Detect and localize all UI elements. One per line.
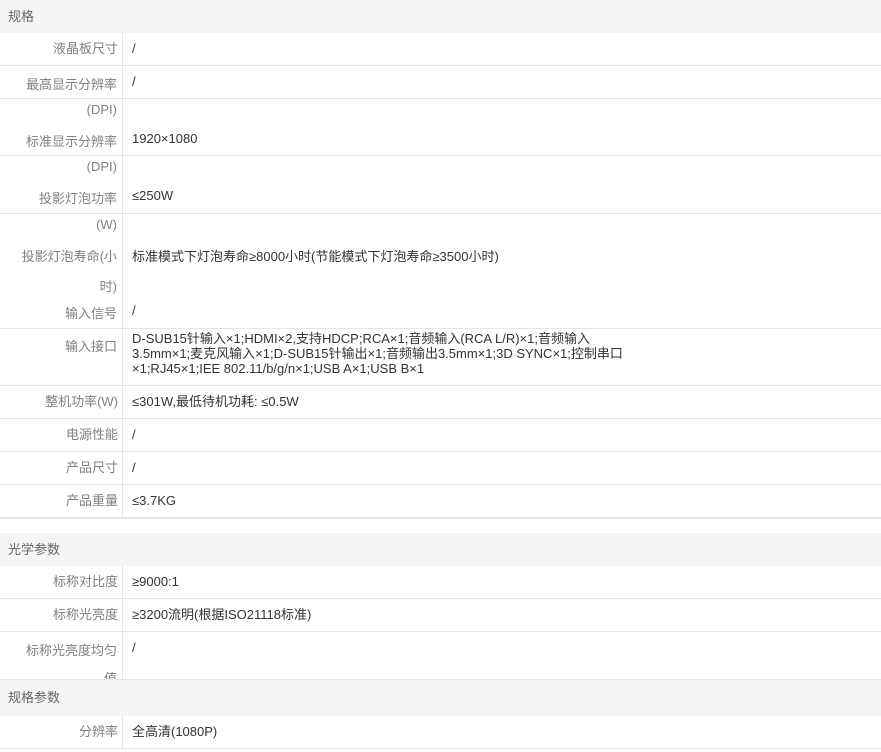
table-row: 整机功率(W) ≤301W,最低待机功耗: ≤0.5W bbox=[0, 386, 881, 419]
row-value-line: ×1;RJ45×1;IEE 802.11/b/g/n×1;USB A×1;USB… bbox=[132, 361, 425, 376]
table-row: 产品重量 ≤3.7KG bbox=[0, 485, 881, 518]
row-label: 电源性能 bbox=[0, 419, 123, 451]
row-label-continuation: (W) bbox=[96, 217, 117, 232]
section-title-specs: 规格 bbox=[0, 0, 881, 33]
table-row: 输入接口 D-SUB15针输入×1;HDMI×2,支持HDCP;RCA×1;音频… bbox=[0, 329, 881, 386]
optical-section: 光学参数 标称对比度 ≥9000:1 标称光亮度 ≥3200流明(根据ISO21… bbox=[0, 533, 881, 679]
table-row: 电源性能 / bbox=[0, 419, 881, 452]
row-label: 输入接口 bbox=[64, 339, 117, 354]
table-row: 最高显示分辨率 / bbox=[0, 66, 881, 99]
row-value: / bbox=[132, 41, 136, 56]
row-value: ≥3200流明(根据ISO21118标准) bbox=[132, 607, 312, 622]
row-label-continuation: 值 bbox=[103, 671, 117, 679]
row-label: 投影灯泡功率 bbox=[38, 191, 117, 206]
section-divider bbox=[0, 518, 881, 533]
row-label-continuation: (DPI) bbox=[86, 159, 117, 174]
row-value: ≤301W,最低待机功耗: ≤0.5W bbox=[132, 394, 299, 409]
table-row: 标称光亮度 ≥3200流明(根据ISO21118标准) bbox=[0, 599, 881, 632]
table-row: 标称光亮度均匀 值 / bbox=[0, 632, 881, 679]
row-value: ≤250W bbox=[132, 188, 174, 203]
row-label: 投影灯泡寿命(小 bbox=[21, 249, 117, 264]
row-value: 1920×1080 bbox=[132, 131, 198, 146]
row-label: 输入信号 bbox=[64, 306, 117, 321]
section-title-spec-params: 规格参数 bbox=[0, 680, 881, 716]
row-value: / bbox=[132, 640, 136, 655]
row-value: ≥9000:1 bbox=[132, 574, 179, 589]
row-value-line: 3.5mm×1;麦克风输入×1;D-SUB15针输出×1;音频输出3.5mm×1… bbox=[132, 346, 623, 361]
row-value: / bbox=[132, 303, 136, 318]
row-label: 标准显示分辨率 bbox=[25, 134, 117, 149]
row-label: 液晶板尺寸 bbox=[0, 33, 123, 65]
table-row: (DPI) 标准显示分辨率 1920×1080 bbox=[0, 99, 881, 156]
row-label: 标称光亮度 bbox=[0, 599, 123, 631]
row-label: 整机功率(W) bbox=[0, 386, 123, 418]
row-label: 分辨率 bbox=[0, 716, 123, 748]
row-label: 产品重量 bbox=[0, 485, 123, 517]
row-value-line: D-SUB15针输入×1;HDMI×2,支持HDCP;RCA×1;音频输入(RC… bbox=[132, 331, 590, 346]
row-value: 全高清(1080P) bbox=[132, 724, 218, 739]
row-value: / bbox=[132, 460, 136, 475]
table-row: 产品尺寸 / bbox=[0, 452, 881, 485]
spec-section: 规格 液晶板尺寸 / 最高显示分辨率 / (DPI) 标准显示分辨率 1920×… bbox=[0, 0, 881, 518]
table-row: 分辨率 全高清(1080P) bbox=[0, 716, 881, 749]
row-label: 最高显示分辨率 bbox=[25, 77, 117, 92]
row-value: 标准模式下灯泡寿命≥8000小时(节能模式下灯泡寿命≥3500小时) bbox=[132, 249, 499, 264]
table-row: 液晶板尺寸 / bbox=[0, 33, 881, 66]
row-label: 标称对比度 bbox=[0, 566, 123, 598]
table-row: (DPI) 投影灯泡功率 ≤250W bbox=[0, 156, 881, 214]
table-row: 标称对比度 ≥9000:1 bbox=[0, 566, 881, 599]
row-label: 产品尺寸 bbox=[0, 452, 123, 484]
row-value: ≤3.7KG bbox=[132, 493, 176, 508]
row-value: / bbox=[132, 427, 136, 442]
section-title-optical: 光学参数 bbox=[0, 533, 881, 566]
table-row: (W) 投影灯泡寿命(小 时) 输入信号 标准模式下灯泡寿命≥8000小时(节能… bbox=[0, 214, 881, 329]
row-label-continuation: 时) bbox=[99, 279, 117, 294]
row-value: / bbox=[132, 74, 136, 89]
row-label-continuation: (DPI) bbox=[86, 102, 117, 117]
spec-params-section: 规格参数 分辨率 全高清(1080P) bbox=[0, 679, 881, 749]
row-label: 标称光亮度均匀 bbox=[25, 643, 117, 658]
